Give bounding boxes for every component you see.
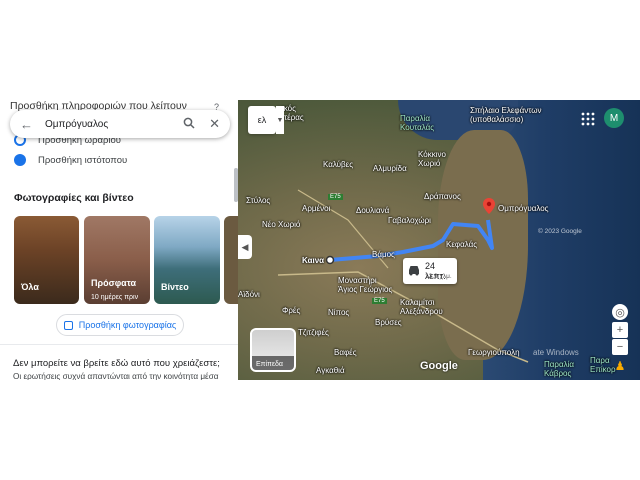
label-spilaio[interactable]: Σπήλαιο Ελεφάντων (υποθαλάσσιο) [470,106,542,124]
photo-all[interactable]: Όλα [14,216,79,304]
photo-recent-label: Πρόσφατα [91,278,136,288]
google-logo: Google [420,360,458,372]
label-kalyves: Καλύβες [323,160,354,169]
search-icon[interactable] [183,117,195,132]
label-gavalochori: Γαβαλοχώρι [388,216,431,225]
label-nipos: Νίπος [328,308,350,317]
label-neo-chorio: Νέο Χωριό [262,220,301,229]
label-omprogyalos[interactable]: Ομπρόγυαλος [498,204,549,213]
label-kokkino-xorio: Κόκκινο Χωριό [418,150,446,168]
label-teras: τέρας [284,113,304,122]
label-vafes: Βαφές [334,348,357,357]
label-stylos: Στύλος [246,196,271,205]
label-kalamitsi: Καλαμίτσι Αλεξάνδρου [400,298,443,316]
zoom-out-button[interactable]: − [612,339,628,355]
road-sign-e75-south: E75 [372,298,387,304]
label-doulianna: Δουλιανά [356,206,390,215]
photo-video[interactable]: Βίντεο [154,216,220,304]
map-canvas[interactable]: γικός τέρας Παραλία Κουταλάς Σπήλαιο Ελε… [238,100,640,380]
add-website-row[interactable]: Προσθήκη ιστότοπου [14,154,127,166]
globe-icon [14,154,26,166]
label-georgioupoli: Γεωργιούπολη [468,348,520,357]
label-kaina: Καινα [302,256,325,265]
add-photo-label: Προσθήκη φωτογραφίας [78,320,177,330]
photos-section-title: Φωτογραφίες και βίντεο [14,192,134,204]
photo-all-label: Όλα [21,282,39,292]
photo-video-label: Βίντεο [161,282,189,292]
label-armenoi: Αρμένοι [302,204,331,213]
close-icon[interactable]: ✕ [209,116,220,132]
label-agkathia: Αγκαθιά [316,366,345,375]
label-tzitzifes: Τζιτζιφές [298,328,329,337]
my-location-icon[interactable]: ◎ [612,304,628,320]
help-icon[interactable]: ? [214,102,219,112]
label-monastiri: Μοναστήρι Άγιος Γεώργιος [338,276,393,294]
map-copyright: © 2023 Google [538,228,582,235]
label-paralia-koutalas[interactable]: Παραλία Κουταλάς [400,114,434,132]
apps-grid-icon[interactable] [581,112,595,126]
car-icon [409,266,419,276]
pegman-icon[interactable]: ♟ [612,358,628,374]
search-box[interactable]: ← Ομπρόγυαλος ✕ [10,110,230,138]
photo-more[interactable] [224,216,238,304]
eta-distance: 12,9 χλμ. [425,273,452,280]
divider [0,344,238,345]
add-photo-button[interactable]: Προσθήκη φωτογραφίας [56,314,184,336]
destination-pin-icon[interactable] [483,198,495,214]
label-vamos: Βάμος [372,250,395,259]
maps-app: Προσθήκη πληροφοριών που λείπουν Προσθήκ… [0,100,640,380]
language-button[interactable]: ελ [248,106,276,134]
account-avatar[interactable]: M [604,108,624,128]
zoom-in-button[interactable]: + [612,322,628,338]
label-aidoni: Αϊδόνι [238,290,260,299]
add-website-label: Προσθήκη ιστότοπου [38,154,128,166]
photo-recent-date: 10 ημέρες πριν [91,294,139,301]
cant-find-subtitle: Οι ερωτήσεις συχνά απαντώνται από την κο… [13,372,219,380]
route-layer [277,189,529,363]
windows-watermark: ate Windows [533,348,579,357]
cant-find-title: Δεν μπορείτε να βρείτε εδώ αυτό που χρει… [13,358,220,369]
route-eta-card[interactable]: 24 λεπτ. 12,9 χλμ. [403,258,457,284]
collapse-panel-button[interactable]: ◀ [238,235,252,259]
search-input[interactable]: Ομπρόγυαλος [45,119,183,130]
label-almyrida: Αλμυρίδα [373,164,407,173]
label-vrises: Βρύσες [375,318,402,327]
layers-label: Επίπεδα [256,361,283,368]
back-arrow-icon[interactable]: ← [20,117,33,132]
label-fres: Φρές [282,306,301,315]
route-start [325,255,335,265]
label-paralia-kavros[interactable]: Παραλία Κάβρος [544,360,574,378]
layers-button[interactable]: Επίπεδα [250,328,296,372]
language-dropdown-icon[interactable]: ▼ [276,106,284,134]
camera-add-icon [63,320,73,330]
photo-recent[interactable]: Πρόσφατα 10 ημέρες πριν [84,216,150,304]
label-drapanos: Δράπανος [424,192,461,201]
label-kefalas: Κεφαλάς [446,240,478,249]
road-sign-e75-north: E75 [328,194,343,200]
place-panel: Προσθήκη πληροφοριών που λείπουν Προσθήκ… [0,100,238,380]
